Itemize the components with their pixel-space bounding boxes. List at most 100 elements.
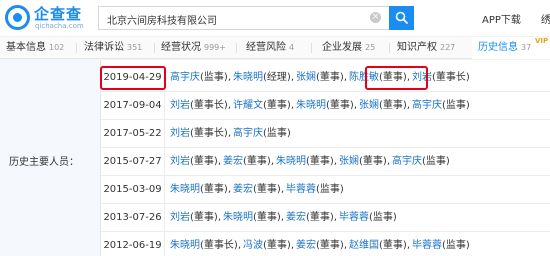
person-role: (董事) — [379, 100, 407, 111]
separator: , — [270, 156, 274, 167]
personnel-list: 刘岩(董事), 朱晓明(董事), 姜宏(董事), 毕蓉蓉(监事) — [170, 204, 397, 232]
person-link[interactable]: 张娴 — [359, 100, 379, 111]
person-role: (董事) — [316, 72, 344, 83]
person-role: (董事) — [200, 184, 228, 195]
tab-divider — [76, 43, 77, 53]
separator: , — [333, 156, 337, 167]
person-role: (董事长) — [432, 72, 470, 83]
person-link[interactable]: 姜宏 — [223, 156, 243, 167]
person-role: (董事) — [253, 184, 281, 195]
logo-subtitle: qichacha.com — [35, 22, 84, 30]
vip-badge: VIP — [535, 37, 549, 45]
search-input-value: 北京六间房科技有限公司 — [107, 16, 217, 27]
separator: , — [237, 240, 241, 251]
person-link[interactable]: 毕蓉蓉 — [339, 212, 369, 223]
section-label: 历史主要人员： — [9, 157, 79, 168]
person-link[interactable]: 刘岩 — [170, 100, 190, 111]
tab-bar: 基本信息 102 法律诉讼 351 经营状况 999+ 经营风险 4 企业发展 25 知识… — [0, 37, 550, 59]
change-date: 2017-09-04 — [101, 92, 165, 120]
top-header: 企查查 qichacha.com 北京六间房科技有限公司 × APP下载 绣 — [0, 0, 550, 36]
person-link[interactable]: 朱晓明 — [276, 156, 306, 167]
person-link[interactable]: 姜宏 — [233, 184, 253, 195]
person-link[interactable]: 朱晓明 — [233, 72, 263, 83]
person-link[interactable]: 毕蓉蓉 — [412, 240, 442, 251]
separator: , — [290, 100, 294, 111]
person-link[interactable]: 刘岩 — [170, 212, 190, 223]
tab-count: 102 — [49, 43, 65, 52]
person-link[interactable]: 张娴 — [296, 72, 316, 83]
person-link[interactable]: 朱晓明 — [296, 100, 326, 111]
clear-icon[interactable]: × — [370, 12, 381, 23]
person-role: (董事长) — [190, 128, 228, 139]
tab-operations[interactable]: 经营状况 999+ — [161, 37, 226, 59]
table-row: 2012-06-19 朱晓明(董事长), 冯波(董事), 姜宏(董事), 赵维国(董事)… — [101, 232, 550, 256]
history-personnel-table: 历史主要人员： 2019-04-29 高宇庆(监事), 朱晓明(经理), 张娴(董事)… — [0, 60, 550, 256]
tab-divider — [154, 43, 155, 53]
tab-label: 知识产权 — [397, 42, 437, 53]
highlight-box-chairman — [365, 66, 428, 90]
logo-title: 企查查 — [34, 5, 83, 23]
tab-ip[interactable]: 知识产权 227 — [397, 37, 455, 59]
cut-off-nav-item[interactable]: 绣 — [541, 11, 550, 26]
person-link[interactable]: 朱晓明 — [170, 240, 200, 251]
personnel-list: 刘岩(董事长), 许耀文(董事), 朱晓明(董事), 张娴(董事), 高宇庆(监事) — [170, 92, 470, 120]
person-role: (董事) — [263, 240, 291, 251]
tab-divider — [311, 43, 312, 53]
person-link[interactable]: 朱晓明 — [170, 184, 200, 195]
person-link[interactable]: 冯波 — [243, 240, 263, 251]
tab-basic-info[interactable]: 基本信息 102 — [6, 37, 64, 59]
tab-legal[interactable]: 法律诉讼 351 — [84, 37, 142, 59]
person-role: (董事) — [190, 156, 218, 167]
separator: , — [290, 72, 294, 83]
person-link[interactable]: 高宇庆 — [233, 128, 263, 139]
person-link[interactable]: 许耀文 — [233, 100, 263, 111]
person-link[interactable]: 姜宏 — [286, 212, 306, 223]
person-link[interactable]: 朱晓明 — [223, 212, 253, 223]
table-row: 2017-05-22 刘岩(董事长), 高宇庆(监事) — [101, 120, 550, 148]
separator: , — [227, 128, 231, 139]
tab-divider — [389, 43, 390, 53]
person-role: (监事) — [442, 240, 470, 251]
person-link[interactable]: 张娴 — [339, 156, 359, 167]
table-label-cell: 历史主要人员： — [0, 60, 101, 256]
person-role: (监事) — [316, 184, 344, 195]
tab-count: 351 — [127, 43, 143, 52]
tab-divider — [236, 43, 237, 53]
person-link[interactable]: 高宇庆 — [392, 156, 422, 167]
highlight-box-date — [100, 66, 166, 90]
person-role: (监事) — [422, 156, 450, 167]
separator: , — [353, 100, 357, 111]
person-role: (董事) — [379, 240, 407, 251]
person-role: (监事) — [442, 100, 470, 111]
search-icon — [395, 11, 408, 24]
app-download-link[interactable]: APP下载 — [482, 11, 521, 26]
tab-label: 经营风险 — [246, 42, 286, 53]
tab-label: 企业发展 — [322, 42, 362, 53]
change-date: 2017-05-22 — [101, 120, 165, 148]
person-role: (董事长) — [190, 100, 228, 111]
person-link[interactable]: 赵维国 — [349, 240, 379, 251]
table-row: 2013-07-26 刘岩(董事), 朱晓明(董事), 姜宏(董事), 毕蓉蓉(监事) — [101, 204, 550, 232]
person-link[interactable]: 毕蓉蓉 — [286, 184, 316, 195]
separator: , — [217, 212, 221, 223]
tab-risk[interactable]: 经营风险 4 — [246, 37, 294, 59]
person-link[interactable]: 刘岩 — [170, 128, 190, 139]
logo[interactable]: 企查查 qichacha.com — [5, 4, 93, 34]
tab-development[interactable]: 企业发展 25 — [322, 37, 375, 59]
person-role: (董事) — [243, 156, 271, 167]
change-date: 2015-03-09 — [101, 176, 165, 204]
logo-mark-icon — [5, 5, 30, 30]
search-input[interactable]: 北京六间房科技有限公司 × — [98, 6, 414, 30]
tab-label: 基本信息 — [6, 42, 46, 53]
person-role: (董事) — [306, 156, 334, 167]
separator: , — [280, 184, 284, 195]
person-link[interactable]: 高宇庆 — [170, 72, 200, 83]
separator: , — [227, 100, 231, 111]
person-link[interactable]: 姜宏 — [296, 240, 316, 251]
person-link[interactable]: 高宇庆 — [412, 100, 442, 111]
table-row: 2015-03-09 朱晓明(董事), 姜宏(董事), 毕蓉蓉(监事) — [101, 176, 550, 204]
search-button[interactable] — [389, 6, 414, 30]
separator: , — [227, 184, 231, 195]
personnel-list: 朱晓明(董事), 姜宏(董事), 毕蓉蓉(监事) — [170, 176, 344, 204]
person-link[interactable]: 刘岩 — [170, 156, 190, 167]
